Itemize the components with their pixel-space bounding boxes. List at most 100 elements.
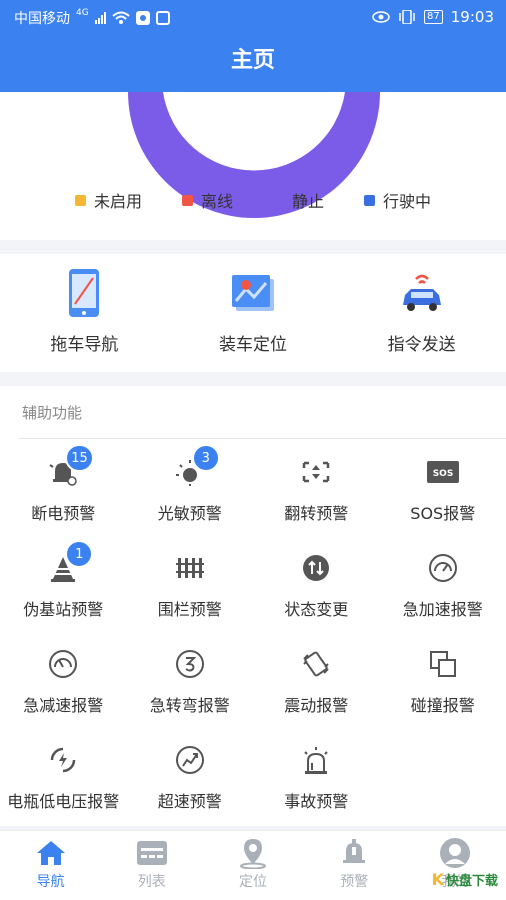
wifi-icon xyxy=(112,11,130,24)
power-off-alarm-icon: 15 xyxy=(43,444,94,492)
status-chart-card: 未启用 离线 静止 行驶中 xyxy=(0,92,506,240)
unread-badge: 1 xyxy=(65,540,94,568)
list-icon xyxy=(135,837,169,869)
legend-label: 未启用 xyxy=(93,192,142,211)
aux-item-label: 电瓶低电压报警 xyxy=(7,792,120,811)
quick-action-label: 装车定位 xyxy=(219,335,287,355)
speedometer-icon xyxy=(423,548,463,588)
watermark-text: 快盘下载 xyxy=(445,874,498,889)
legend-swatch xyxy=(181,194,193,206)
aux-item-label: 光敏预警 xyxy=(157,504,222,523)
legend-label: 静止 xyxy=(292,192,325,211)
legend-item: 未启用 xyxy=(74,188,142,212)
battery-indicator: 87 xyxy=(424,10,443,24)
aux-item-label: 超速预警 xyxy=(157,792,222,811)
battery-voltage-icon xyxy=(43,740,83,780)
aux-item-accident-alarm[interactable]: 事故预警 xyxy=(253,726,380,822)
app-notification-icon xyxy=(135,11,150,25)
overspeed-icon xyxy=(170,740,210,780)
light-sensor-icon: 3 xyxy=(170,444,220,492)
aux-item-fence-alarm[interactable]: 围栏预警 xyxy=(127,534,254,630)
fence-icon xyxy=(170,548,210,588)
quick-action-loading-location[interactable]: 装车定位 xyxy=(169,254,338,372)
watermark-logo: K 快盘下载 xyxy=(432,870,498,889)
vibration-icon xyxy=(296,644,336,684)
aux-item-collision-alarm[interactable]: 碰撞报警 xyxy=(380,630,506,726)
donut-chart xyxy=(128,92,380,218)
fake-station-icon: 1 xyxy=(43,540,94,588)
quick-action-label: 拖车导航 xyxy=(50,335,119,355)
aux-item-label: SOS报警 xyxy=(410,504,476,523)
aux-item-fake-station-alarm[interactable]: 1 伪基站预警 xyxy=(0,534,127,630)
aux-item-sudden-deceleration[interactable]: 急减速报警 xyxy=(0,630,127,726)
legend-item: 静止 xyxy=(273,188,324,212)
quick-actions: 拖车导航 装车定位 指令发送 xyxy=(0,254,506,372)
collision-icon xyxy=(423,644,463,684)
legend-item: 行驶中 xyxy=(364,188,431,212)
aux-item-label: 断电预警 xyxy=(31,504,96,523)
aux-item-label: 急减速报警 xyxy=(23,696,104,715)
aux-item-sharp-turn[interactable]: 急转弯报警 xyxy=(127,630,254,726)
aux-item-overspeed-alarm[interactable]: 超速预警 xyxy=(127,726,254,822)
flip-icon xyxy=(296,452,336,492)
signal-icon xyxy=(94,12,106,24)
aux-item-sos-alarm[interactable]: SOS SOS报警 xyxy=(380,438,506,534)
legend-label: 行驶中 xyxy=(383,192,432,211)
status-bar: 中国移动 4G 87 19:03 xyxy=(0,0,506,36)
aux-grid: 15 断电预警 3 光敏预警 翻转预警 SOS SOS报警 1 伪基站预警 围栏… xyxy=(0,438,506,822)
aux-item-label: 急加速报警 xyxy=(402,600,483,619)
tab-location[interactable]: 定位 xyxy=(202,831,303,900)
legend-label: 离线 xyxy=(200,192,233,211)
aux-item-label: 震动报警 xyxy=(284,696,349,715)
quick-action-tow-navigation[interactable]: 拖车导航 xyxy=(0,254,169,372)
chart-legend: 未启用 离线 静止 行驶中 xyxy=(0,188,506,212)
watermark-k-icon: K xyxy=(431,870,444,889)
map-pin-icon xyxy=(228,268,278,318)
network-label: 4G xyxy=(76,8,89,18)
aux-item-label: 伪基站预警 xyxy=(23,600,104,619)
tab-label: 导航 xyxy=(36,874,65,890)
gallery-notification-icon xyxy=(155,11,170,25)
location-icon xyxy=(236,837,270,869)
aux-item-power-off-alarm[interactable]: 15 断电预警 xyxy=(0,438,127,534)
aux-item-battery-low-voltage[interactable]: 电瓶低电压报警 xyxy=(0,726,127,822)
carrier-label: 中国移动 xyxy=(14,11,70,27)
bell-icon xyxy=(337,837,371,869)
aux-item-sudden-acceleration[interactable]: 急加速报警 xyxy=(380,534,506,630)
tab-navigation[interactable]: 导航 xyxy=(0,831,101,900)
sharp-turn-icon xyxy=(170,644,210,684)
user-icon xyxy=(438,837,472,869)
tab-list[interactable]: 列表 xyxy=(101,831,202,900)
section-title: 辅助功能 xyxy=(22,404,83,422)
aux-item-vibration-alarm[interactable]: 震动报警 xyxy=(253,630,380,726)
quick-action-label: 指令发送 xyxy=(387,335,456,355)
tab-label: 定位 xyxy=(239,874,267,890)
home-icon xyxy=(34,837,68,869)
vibrate-icon xyxy=(399,10,415,24)
car-signal-icon xyxy=(397,268,447,318)
tab-label: 列表 xyxy=(137,874,166,890)
bottom-tab-bar: 导航 列表 定位 预警 我的 xyxy=(0,830,506,900)
aux-item-label: 碰撞报警 xyxy=(410,696,475,715)
unread-badge: 15 xyxy=(65,444,94,472)
clock: 19:03 xyxy=(450,8,494,26)
aux-item-light-sensor-alarm[interactable]: 3 光敏预警 xyxy=(127,438,254,534)
aux-item-label: 翻转预警 xyxy=(284,504,349,523)
tab-alerts[interactable]: 预警 xyxy=(304,831,405,900)
aux-item-label: 围栏预警 xyxy=(157,600,222,619)
legend-item: 离线 xyxy=(181,188,233,212)
aux-item-status-change[interactable]: 状态变更 xyxy=(253,534,380,630)
decelerate-icon xyxy=(43,644,83,684)
page-title: 主页 xyxy=(0,36,506,92)
quick-action-send-command[interactable]: 指令发送 xyxy=(337,254,506,372)
tab-profile[interactable]: 我的 xyxy=(405,831,506,900)
legend-swatch xyxy=(273,194,284,206)
sos-icon: SOS xyxy=(423,452,463,492)
aux-functions-section: 辅助功能 15 断电预警 3 光敏预警 翻转预警 SOS SOS报警 1 伪基站… xyxy=(0,386,506,826)
svg-text:SOS: SOS xyxy=(432,469,453,479)
aux-item-flip-alarm[interactable]: 翻转预警 xyxy=(253,438,380,534)
accident-light-icon xyxy=(296,740,336,780)
legend-swatch xyxy=(74,194,86,206)
legend-swatch xyxy=(364,194,376,206)
tab-label: 预警 xyxy=(340,874,369,890)
